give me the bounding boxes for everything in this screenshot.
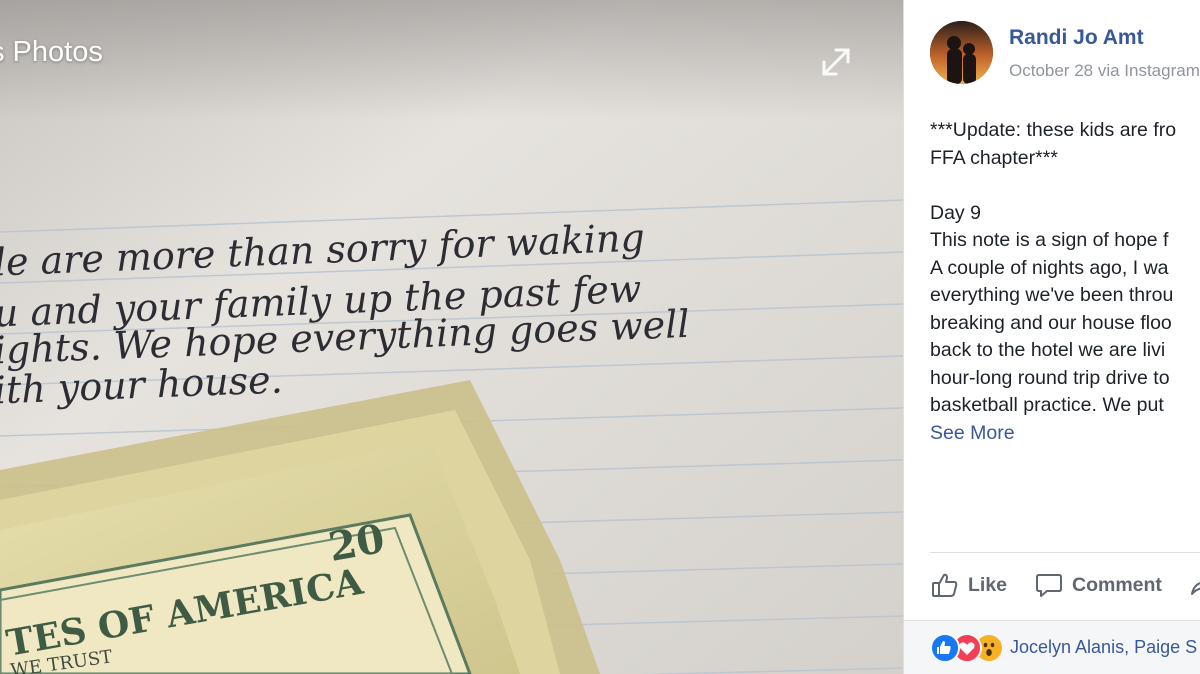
author-name[interactable]: Randi Jo Amt	[1009, 26, 1144, 50]
comment-button[interactable]: Comment	[1034, 565, 1162, 605]
post-line: This note is a sign of hope f	[930, 229, 1169, 251]
album-title: s Photos	[0, 36, 103, 68]
share-button[interactable]	[1188, 565, 1200, 605]
comment-label: Comment	[1072, 573, 1162, 596]
like-reaction-icon	[930, 633, 960, 663]
post-line: basketball practice. We put	[930, 394, 1164, 416]
see-more-link[interactable]: See More	[930, 420, 1200, 448]
avatar-image	[930, 21, 993, 84]
avatar[interactable]	[930, 21, 993, 84]
post-line: ***Update: these kids are fro	[930, 119, 1177, 141]
post-line: hour-long round trip drive to	[930, 366, 1170, 389]
post-meta[interactable]: October 28 via Instagram	[1009, 61, 1200, 81]
reactions-bar: Jocelyn Alanis, Paige S	[904, 620, 1200, 674]
post-line: A couple of nights ago, I wa	[930, 256, 1169, 279]
post-photo[interactable]: le are more than sorry for waking u and …	[0, 0, 903, 674]
bill-value: 20	[325, 515, 388, 571]
post-line: breaking and our house floo	[930, 311, 1172, 334]
like-button[interactable]: Like	[930, 565, 1007, 605]
expand-button[interactable]	[818, 44, 854, 80]
post-body: ***Update: these kids are fro FFA chapte…	[930, 117, 1200, 447]
photo-viewer: le are more than sorry for waking u and …	[0, 0, 903, 674]
post-sidebar: Randi Jo Amt October 28 via Instagram **…	[903, 0, 1200, 674]
thumbs-up-icon	[932, 573, 958, 597]
reaction-names[interactable]: Jocelyn Alanis, Paige S	[1010, 637, 1197, 658]
comment-icon	[1036, 574, 1062, 597]
share-icon	[1191, 582, 1200, 595]
like-label: Like	[968, 573, 1008, 596]
post-line: Day 9	[930, 201, 981, 224]
expand-icon	[822, 48, 850, 76]
post-line: everything we've been throu	[930, 284, 1174, 306]
post-line: back to the hotel we are livi	[930, 339, 1166, 361]
post-line	[930, 172, 1200, 200]
post-line: FFA chapter***	[930, 146, 1058, 169]
divider	[930, 552, 1200, 553]
reaction-icons[interactable]	[930, 633, 1010, 663]
